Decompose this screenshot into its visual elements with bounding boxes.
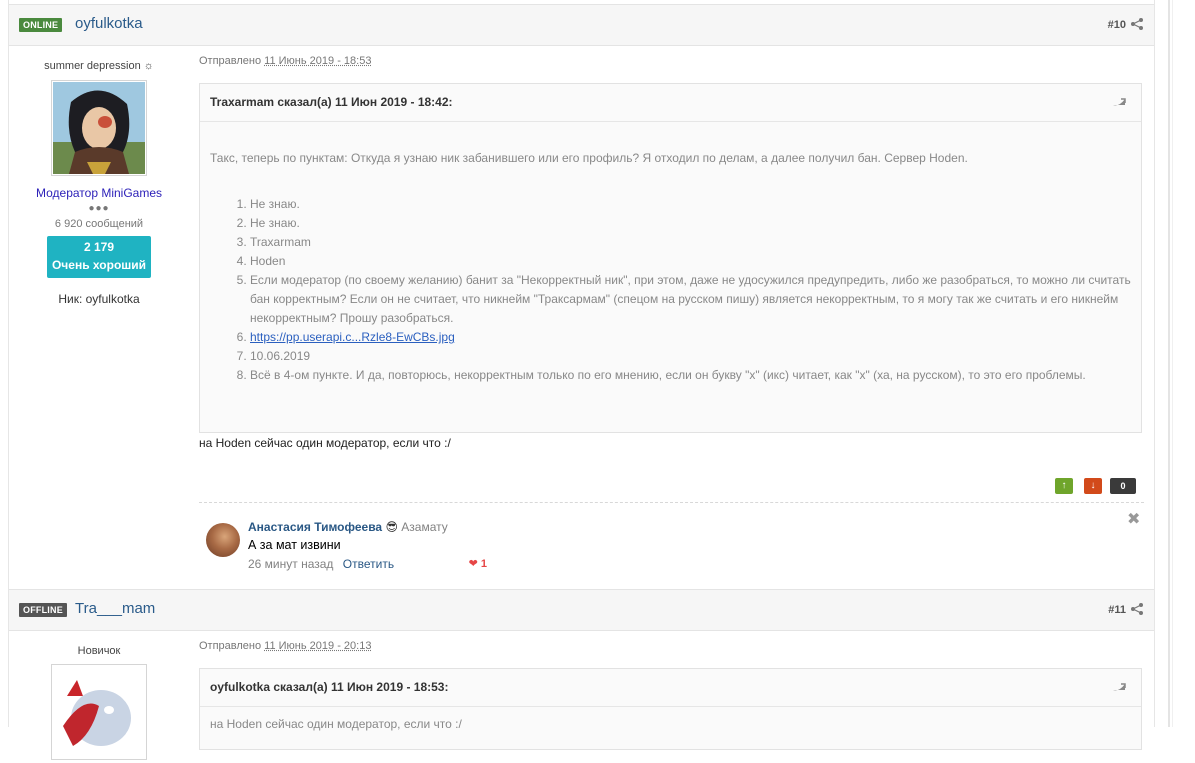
- avatar-image: [53, 82, 145, 174]
- vote-down-button[interactable]: ↓: [1084, 478, 1102, 494]
- quote-intro: Такс, теперь по пунктам: Откуда я узнаю …: [210, 151, 1131, 165]
- sunglasses-emoji-icon: 😎: [385, 520, 398, 534]
- share-icon[interactable]: [1130, 602, 1144, 616]
- quote-jump-icon[interactable]: [1111, 96, 1127, 108]
- user-nick: Ник: oyfulkotka: [9, 292, 189, 306]
- list-item: Traxarmam: [250, 233, 1131, 252]
- post-author-link[interactable]: Tra___mam: [75, 600, 155, 617]
- commenter-avatar[interactable]: [206, 523, 240, 557]
- comment-meta: 26 минут назад Ответить: [248, 557, 394, 571]
- comment-header: Анастасия Тимофеева 😎 Азамату: [248, 520, 448, 534]
- author-info: summer depression ☼ Модератор MiniGames …: [9, 60, 189, 306]
- heart-icon: ❤: [469, 558, 478, 570]
- post-author-link[interactable]: oyfulkotka: [75, 15, 143, 32]
- post-text: на Hoden сейчас один модератор, если что…: [199, 436, 451, 450]
- list-item: Не знаю.: [250, 195, 1131, 214]
- reputation-badge[interactable]: 2 179 Очень хороший: [47, 236, 151, 278]
- avatar[interactable]: [51, 664, 147, 760]
- comment-time[interactable]: 26 минут назад: [248, 557, 333, 571]
- image-link[interactable]: https://pp.userapi.c...Rzle8-EwCBs.jpg: [250, 330, 455, 344]
- post-header: ONLINE oyfulkotka #10: [9, 4, 1154, 46]
- quote-preview: на Hoden сейчас один модератор, если что…: [210, 717, 1131, 731]
- status-badge: OFFLINE: [19, 603, 67, 617]
- post-number-link[interactable]: #11: [1108, 604, 1126, 616]
- avatar-image: [53, 666, 145, 758]
- quote-citation: oyfulkotka сказал(а) 11 Июн 2019 - 18:53…: [210, 680, 448, 694]
- quote-block: oyfulkotka сказал(а) 11 Июн 2019 - 18:53…: [199, 668, 1142, 750]
- sent-date: 11 Июнь 2019 - 18:53: [264, 55, 371, 67]
- quote-header: oyfulkotka сказал(а) 11 Июн 2019 - 18:53…: [200, 669, 1141, 707]
- quote-list: Не знаю. Не знаю. Traxarmam Hoden Если м…: [210, 195, 1131, 385]
- reply-link[interactable]: Ответить: [343, 557, 394, 571]
- list-item: Не знаю.: [250, 214, 1131, 233]
- post-date: Отправлено 11 Июнь 2019 - 18:53: [199, 55, 371, 67]
- post-count: 6 920 сообщений: [9, 218, 189, 230]
- user-title: summer depression ☼: [9, 60, 189, 72]
- quote-body: на Hoden сейчас один модератор, если что…: [200, 717, 1141, 731]
- post-header: OFFLINE Tra___mam #11: [9, 589, 1154, 631]
- sent-date: 11 Июнь 2019 - 20:13: [264, 640, 371, 652]
- sent-prefix: Отправлено: [199, 640, 261, 652]
- status-badge: ONLINE: [19, 18, 62, 32]
- quote-header: Traxarmam сказал(а) 11 Июн 2019 - 18:42:: [200, 84, 1141, 122]
- like-button[interactable]: ❤ 1: [469, 557, 487, 570]
- list-item: Hoden: [250, 252, 1131, 271]
- user-group: Модератор MiniGames: [9, 186, 189, 200]
- share-icon[interactable]: [1130, 17, 1144, 31]
- page-divider: [1172, 0, 1173, 727]
- post-date: Отправлено 11 Июнь 2019 - 20:13: [199, 640, 371, 652]
- quote-block: Traxarmam сказал(а) 11 Июн 2019 - 18:42:…: [199, 83, 1142, 433]
- list-item: https://pp.userapi.c...Rzle8-EwCBs.jpg: [250, 328, 1131, 347]
- like-count: 1: [481, 558, 487, 570]
- comments-divider: [199, 502, 1144, 503]
- page-scrollbar-track[interactable]: [1168, 0, 1170, 727]
- user-title: Новичок: [9, 645, 189, 657]
- sent-prefix: Отправлено: [199, 55, 261, 67]
- list-item: Если модератор (по своему желанию) банит…: [250, 271, 1131, 328]
- quote-body: Такс, теперь по пунктам: Откуда я узнаю …: [200, 151, 1141, 385]
- comment-widget: Анастасия Тимофеева 😎 Азамату А за мат и…: [199, 511, 489, 575]
- list-item: Всё в 4-ом пункте. И да, повторюсь, неко…: [250, 366, 1131, 385]
- rank-pips: ●●●: [9, 203, 189, 214]
- commenter-name[interactable]: Анастасия Тимофеева: [248, 520, 382, 534]
- close-icon[interactable]: ✖: [1127, 509, 1140, 529]
- vote-count: 0: [1110, 478, 1136, 494]
- author-info: Новичок: [9, 645, 189, 760]
- quote-citation: Traxarmam сказал(а) 11 Июн 2019 - 18:42:: [210, 95, 453, 109]
- reply-recipient[interactable]: Азамату: [401, 520, 447, 534]
- list-item: 10.06.2019: [250, 347, 1131, 366]
- reputation-label: Очень хороший: [47, 258, 151, 272]
- topic-posts: ONLINE oyfulkotka #10 summer depression …: [8, 0, 1155, 727]
- comment-text: А за мат извини: [248, 538, 341, 552]
- vote-up-button[interactable]: ↑: [1055, 478, 1073, 494]
- post-number-link[interactable]: #10: [1108, 19, 1126, 31]
- avatar[interactable]: [51, 80, 147, 176]
- reputation-value: 2 179: [47, 240, 151, 254]
- quote-jump-icon[interactable]: [1111, 681, 1127, 693]
